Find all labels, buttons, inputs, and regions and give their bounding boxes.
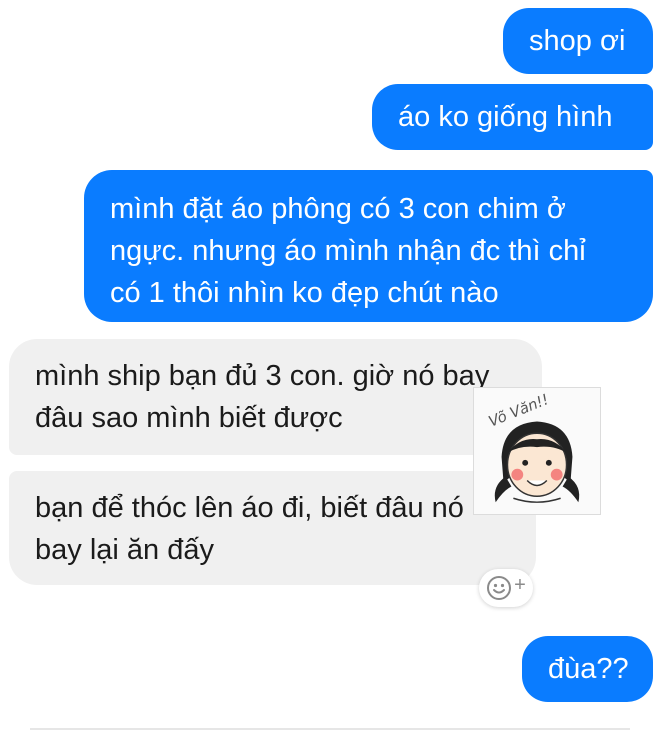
message-text: mình đặt áo phông có 3 con chim ở [110,193,566,225]
plus-icon: + [514,574,526,596]
message-bubble-incoming[interactable]: mình ship bạn đủ 3 con. giờ nó bay đâu s… [9,339,542,455]
message-bubble-outgoing[interactable]: mình đặt áo phông có 3 con chim ở ngực. … [84,170,653,322]
message-text: có 1 thôi nhìn ko đẹp chút nào [110,277,499,309]
message-text: mình ship bạn đủ 3 con. giờ nó bay [35,360,490,392]
message-text: ngực. nhưng áo mình nhận đc thì chỉ [110,235,586,267]
smiley-icon [487,576,512,600]
message-text: bay lại ăn đấy [35,534,214,566]
message-bubble-outgoing[interactable]: đùa?? [522,636,653,702]
composer-divider [30,728,630,730]
add-reaction-button[interactable]: + [479,569,533,607]
watermark-sticker: Võ Văn!! [473,387,601,515]
message-bubble-incoming[interactable]: bạn để thóc lên áo đi, biết đâu nó bay l… [9,471,536,585]
message-bubble-outgoing[interactable]: áo ko giống hình [372,84,653,150]
message-text: áo ko giống hình [398,101,613,133]
message-text: đùa?? [548,653,629,685]
message-text: bạn để thóc lên áo đi, biết đâu nó [35,492,464,524]
message-text: shop ơi [529,25,626,57]
message-text: đâu sao mình biết được [35,402,343,434]
message-bubble-outgoing[interactable]: shop ơi [503,8,653,74]
girl-face-icon: Võ Văn!! [486,391,580,503]
